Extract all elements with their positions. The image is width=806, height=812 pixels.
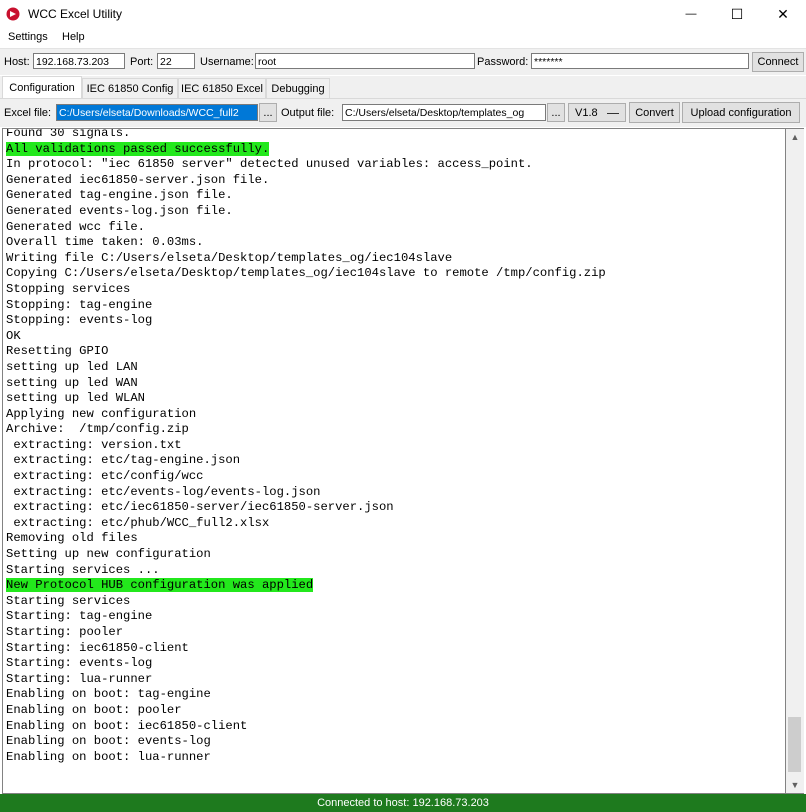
- console-line: OK: [6, 328, 21, 343]
- file-toolbar: Excel file: C:/Users/elseta/Downloads/WC…: [0, 98, 806, 127]
- status-text: Connected to host: 192.168.73.203: [317, 797, 489, 809]
- convert-button[interactable]: Convert: [629, 102, 680, 123]
- username-label: Username:: [200, 56, 254, 68]
- upload-configuration-button[interactable]: Upload configuration: [682, 102, 800, 123]
- console-output[interactable]: Found 30 signals. All validations passed …: [2, 128, 786, 794]
- console-line: Resetting GPIO: [6, 344, 109, 359]
- window-title: WCC Excel Utility: [28, 7, 123, 21]
- menu-settings[interactable]: Settings: [8, 31, 48, 43]
- highlight-mark: All validations passed successfully.: [6, 141, 270, 156]
- console-line: Copying C:/Users/elseta/Desktop/template…: [6, 266, 606, 281]
- username-input[interactable]: root: [255, 53, 475, 69]
- console-line: extracting: etc/config/wcc: [6, 469, 204, 484]
- console-line: Stopping: events-log: [6, 313, 153, 328]
- console-line: Starting services: [6, 593, 131, 608]
- console-line: Overall time taken: 0.03ms.: [6, 235, 204, 250]
- console-line: setting up led LAN: [6, 359, 138, 374]
- console-line: Generated tag-engine.json file.: [6, 188, 233, 203]
- console-line: setting up led WAN: [6, 375, 138, 390]
- console-line: Enabling on boot: iec61850-client: [6, 718, 248, 733]
- console-line: extracting: version.txt: [6, 437, 182, 452]
- console-line: Generated iec61850-server.json file.: [6, 172, 270, 187]
- console-line: Setting up new configuration: [6, 547, 211, 562]
- console-line: Starting: lua-runner: [6, 671, 153, 686]
- port-label: Port:: [130, 56, 154, 68]
- console-line: Generated wcc file.: [6, 219, 145, 234]
- console-line: Writing file C:/Users/elseta/Desktop/tem…: [6, 250, 453, 265]
- maximize-icon: ☐: [730, 5, 744, 22]
- close-button[interactable]: ✕: [760, 0, 806, 28]
- host-label: Host:: [4, 56, 30, 68]
- console-line: extracting: etc/iec61850-server/iec61850…: [6, 500, 394, 515]
- console-line: Removing old files: [6, 531, 138, 546]
- console-line: Starting: pooler: [6, 625, 124, 639]
- status-bar: Connected to host: 192.168.73.203: [0, 794, 806, 812]
- minimize-icon: —: [685, 8, 697, 20]
- excel-file-label: Excel file:: [4, 107, 52, 119]
- minimize-button[interactable]: —: [668, 0, 714, 28]
- console-line: Enabling on boot: lua-runner: [6, 749, 211, 764]
- version-select[interactable]: V1.8: [568, 103, 626, 122]
- console-line: Starting: events-log: [6, 656, 153, 671]
- console-line: Enabling on boot: pooler: [6, 702, 182, 717]
- tab-iec61850-config[interactable]: IEC 61850 Config: [82, 78, 178, 98]
- tab-debugging[interactable]: Debugging: [266, 78, 330, 98]
- password-label: Password:: [477, 56, 529, 68]
- console-line: setting up led WLAN: [6, 391, 145, 406]
- console-line: extracting: etc/phub/WCC_full2.xlsx: [6, 515, 270, 530]
- connect-button[interactable]: Connect: [752, 52, 804, 72]
- host-input[interactable]: 192.168.73.203: [33, 53, 125, 69]
- highlight-mark: New Protocol HUB configuration was appli…: [6, 578, 314, 593]
- tab-configuration[interactable]: Configuration: [2, 76, 82, 99]
- console-line: Starting services ...: [6, 562, 160, 577]
- console-line: Enabling on boot: events-log: [6, 734, 211, 749]
- excel-file-input[interactable]: C:/Users/elseta/Downloads/WCC_full2: [56, 104, 258, 121]
- tab-strip: Configuration IEC 61850 Config IEC 61850…: [0, 76, 806, 99]
- scrollbar-thumb[interactable]: [788, 717, 801, 772]
- maximize-button[interactable]: ☐: [714, 0, 760, 28]
- console-line: extracting: etc/tag-engine.json: [6, 453, 241, 468]
- port-input[interactable]: 22: [157, 53, 195, 69]
- console-line: Found 30 signals.: [6, 128, 131, 140]
- dropdown-icon: [607, 113, 619, 114]
- app-logo-icon: [6, 7, 20, 21]
- output-file-label: Output file:: [281, 107, 335, 119]
- console-line: Stopping services: [6, 281, 131, 296]
- version-value: V1.8: [575, 106, 598, 119]
- password-input[interactable]: *******: [531, 53, 749, 69]
- scroll-up-icon[interactable]: ▲: [786, 129, 804, 145]
- console-line-highlighted: All validations passed successfully.: [6, 141, 606, 158]
- console-line: Applying new configuration: [6, 406, 197, 421]
- console-line: In protocol: "iec 61850 server" detected…: [6, 157, 533, 172]
- console-scrollbar[interactable]: ▲ ▼: [786, 128, 804, 794]
- console-line: Starting: iec61850-client: [6, 640, 189, 655]
- scroll-down-icon[interactable]: ▼: [786, 777, 804, 793]
- output-browse-button[interactable]: ...: [547, 103, 565, 122]
- console-line: extracting: etc/events-log/events-log.js…: [6, 484, 321, 499]
- tab-iec61850-excel[interactable]: IEC 61850 Excel: [178, 78, 266, 98]
- connection-bar: Host: 192.168.73.203 Port: 22 Username: …: [0, 48, 806, 75]
- console-line-highlighted: New Protocol HUB configuration was appli…: [6, 578, 606, 594]
- menu-bar: Settings Help: [0, 28, 806, 47]
- close-icon: ✕: [777, 5, 789, 22]
- console-line: Archive: /tmp/config.zip: [6, 422, 189, 437]
- output-file-input[interactable]: C:/Users/elseta/Desktop/templates_og: [342, 104, 546, 121]
- console-line: Generated events-log.json file.: [6, 203, 233, 218]
- console-line: Starting: tag-engine: [6, 609, 153, 624]
- console-line: Stopping: tag-engine: [6, 297, 153, 312]
- menu-help[interactable]: Help: [62, 31, 85, 43]
- excel-browse-button[interactable]: ...: [259, 103, 277, 122]
- console-line: Enabling on boot: tag-engine: [6, 687, 211, 702]
- console-lines: Found 30 signals. All validations passed …: [6, 128, 606, 765]
- title-bar: WCC Excel Utility — ☐ ✕: [0, 0, 806, 28]
